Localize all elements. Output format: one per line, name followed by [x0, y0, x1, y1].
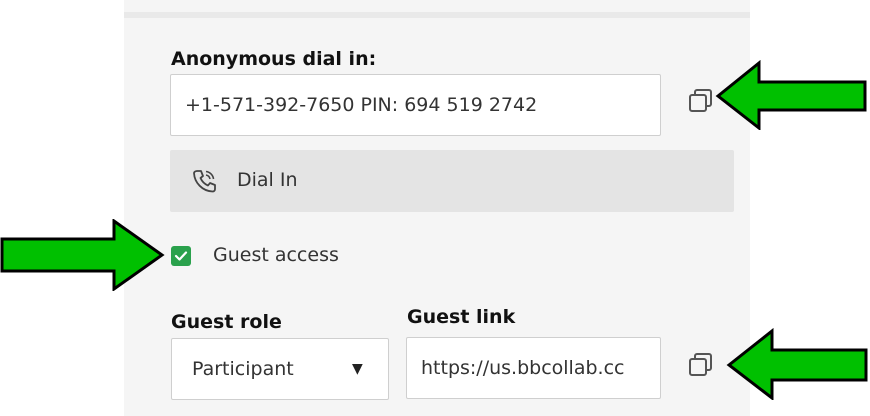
dial-in-button-label: Dial In	[237, 169, 298, 191]
guest-access-checkbox[interactable]	[171, 246, 191, 266]
guest-role-value: Participant	[192, 358, 294, 380]
guest-access-label[interactable]: Guest access	[213, 246, 339, 265]
guest-role-select[interactable]: Participant ▼	[171, 338, 389, 400]
arrow-icon	[715, 60, 867, 130]
dial-in-button[interactable]: Dial In	[170, 150, 734, 212]
dial-in-value: +1-571-392-7650 PIN: 694 519 2742	[185, 94, 538, 116]
checkmark-icon	[174, 251, 188, 261]
copy-dial-in-button[interactable]	[688, 88, 716, 114]
copy-guest-link-button[interactable]	[688, 352, 716, 378]
arrow-icon	[726, 328, 868, 400]
guest-link-label: Guest link	[407, 306, 516, 328]
divider	[124, 12, 750, 18]
dial-in-label: Anonymous dial in:	[171, 48, 377, 70]
caret-down-icon: ▼	[352, 361, 363, 377]
guest-role-label: Guest role	[171, 311, 282, 333]
phone-icon	[193, 170, 216, 193]
copy-icon	[689, 89, 712, 112]
dial-in-field[interactable]: +1-571-392-7650 PIN: 694 519 2742	[170, 74, 661, 136]
arrow-icon	[0, 219, 165, 291]
guest-link-field[interactable]: https://us.bbcollab.cc	[406, 337, 661, 399]
copy-icon	[689, 353, 712, 376]
guest-link-value: https://us.bbcollab.cc	[421, 357, 625, 379]
